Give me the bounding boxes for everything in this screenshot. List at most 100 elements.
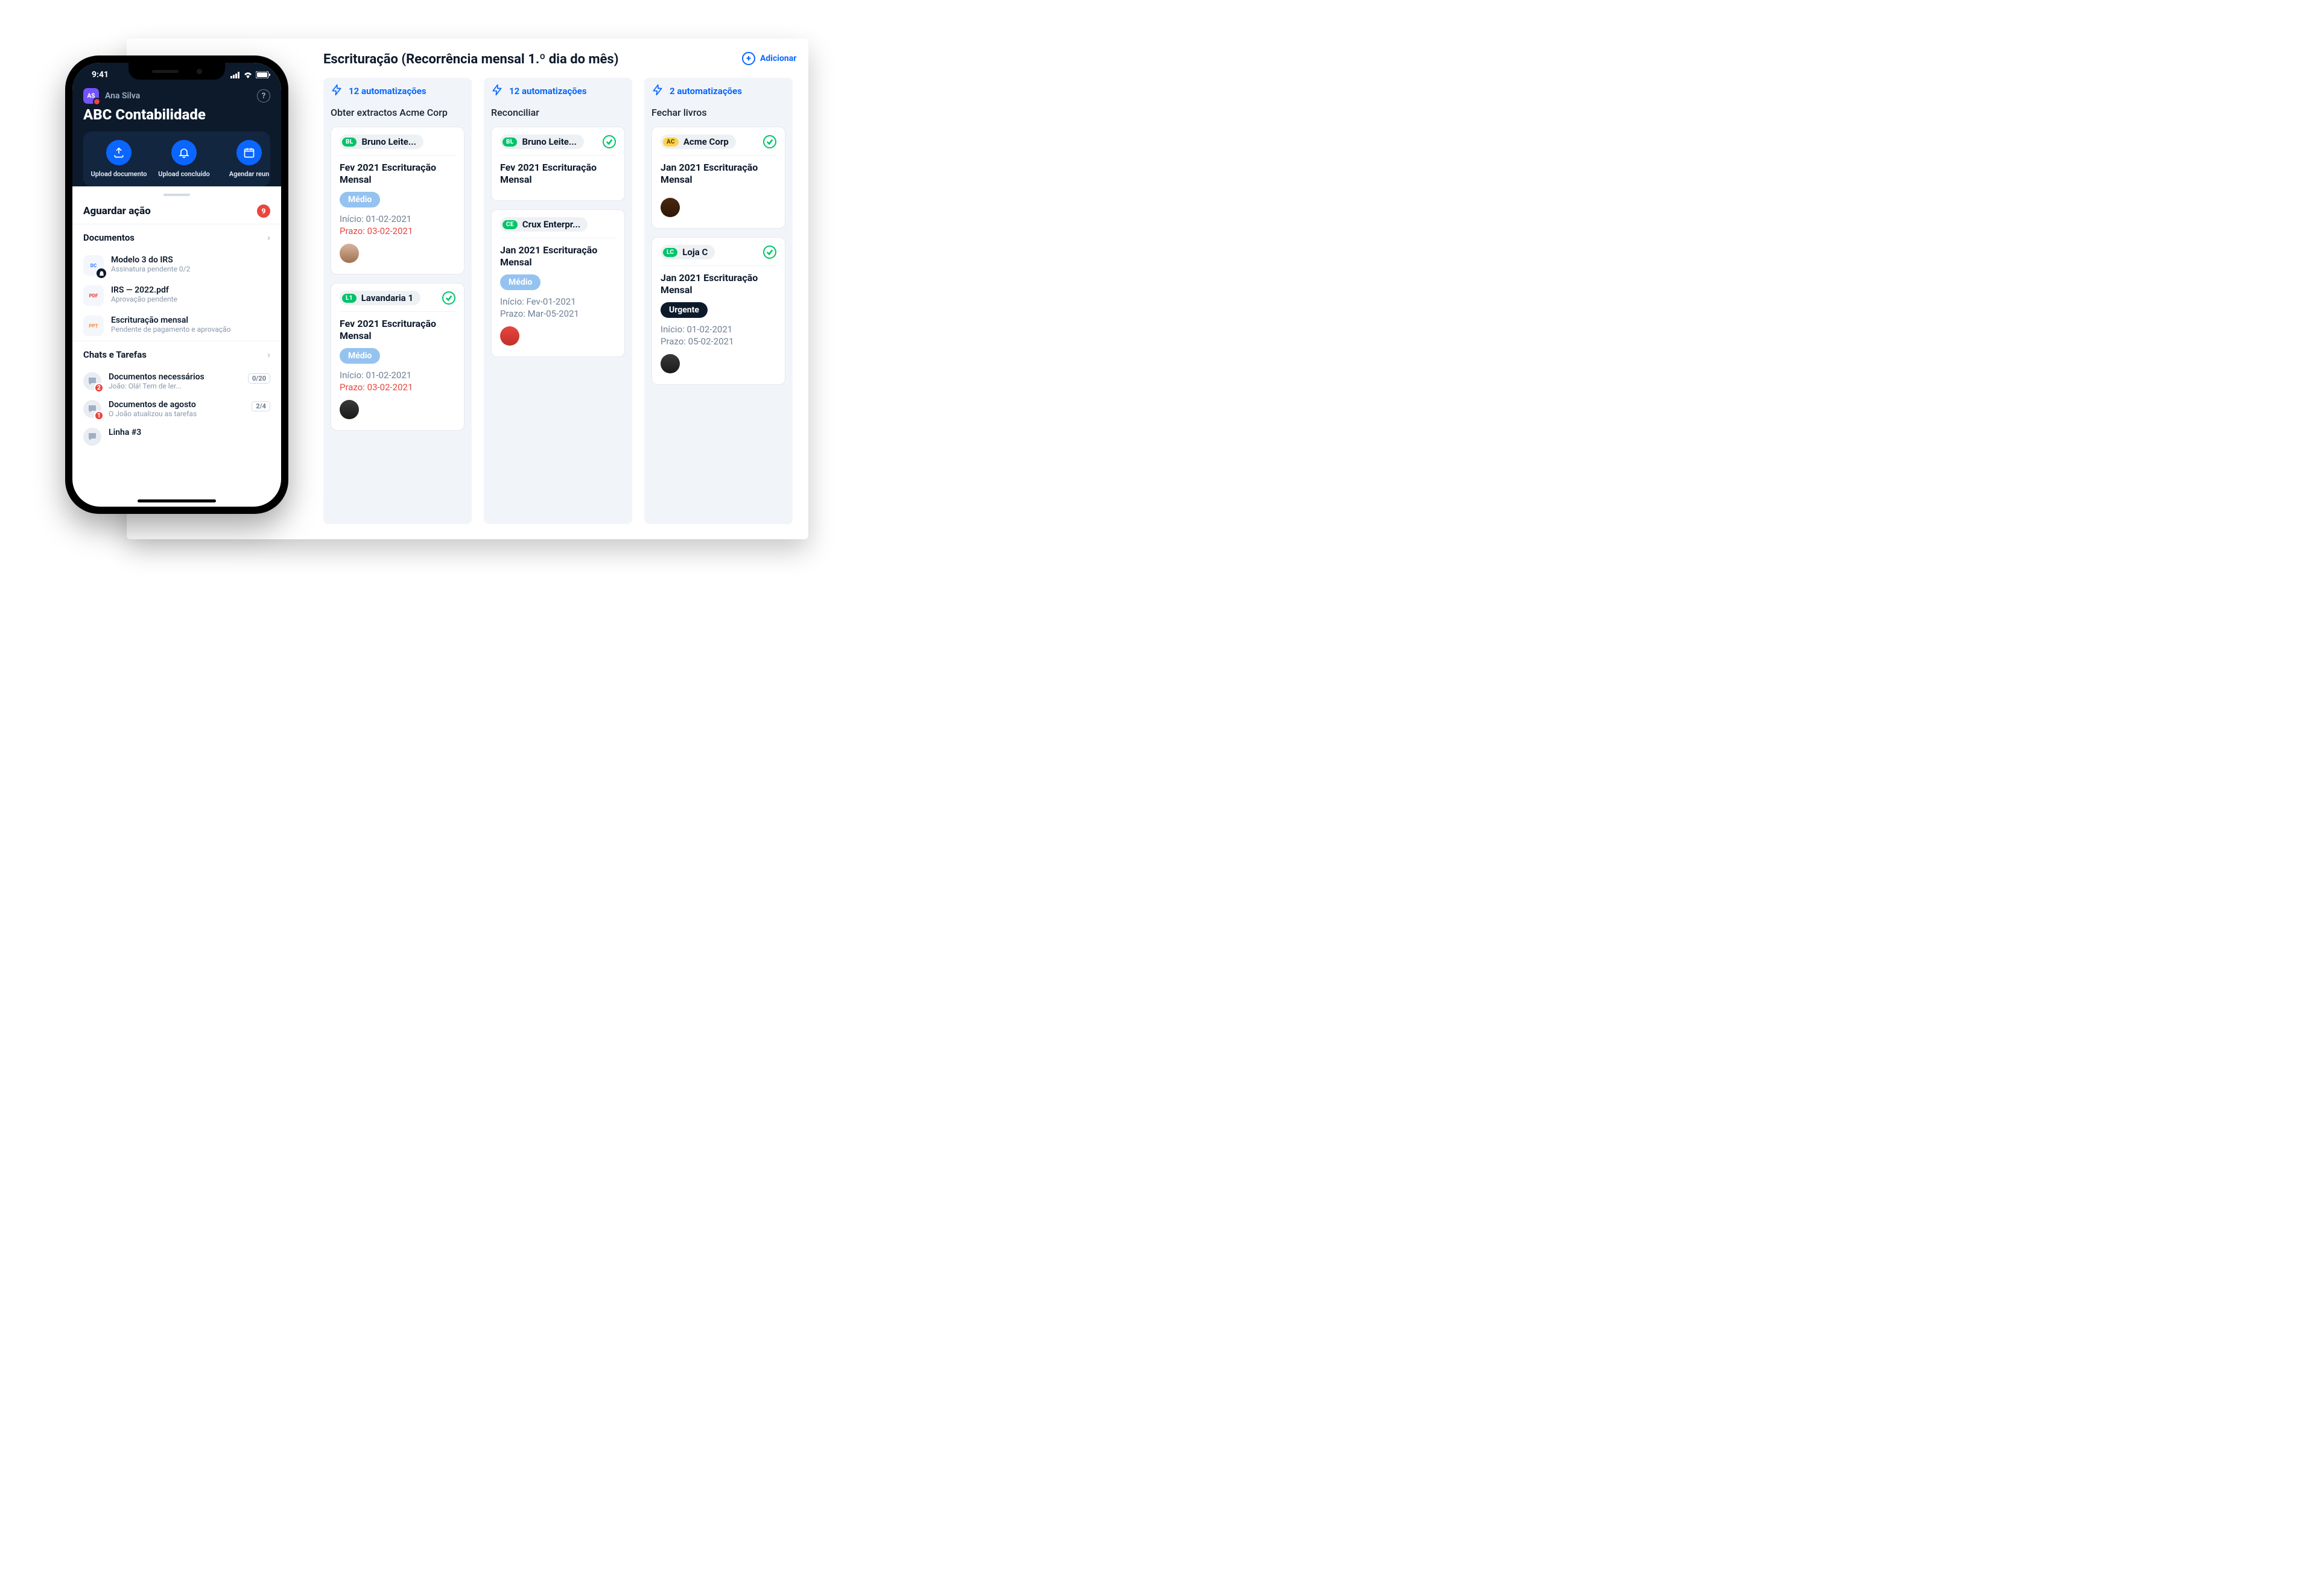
calendar-icon bbox=[236, 140, 262, 165]
kanban-card[interactable]: BL Bruno Leite... Fev 2021 Escrituração … bbox=[491, 127, 625, 201]
kanban-card[interactable]: CE Crux Enterpr... Jan 2021 Escrituração… bbox=[491, 209, 625, 357]
chats-header[interactable]: Chats e Tarefas › bbox=[72, 341, 281, 367]
user-name: Ana Silva bbox=[105, 91, 140, 101]
assignee-avatar[interactable] bbox=[340, 244, 359, 263]
document-row[interactable]: PDF IRS — 2022.pdfAprovação pendente bbox=[72, 280, 281, 311]
column-title: Obter extractos Acme Corp bbox=[331, 107, 464, 118]
chat-icon bbox=[83, 428, 101, 446]
status-time: 9:41 bbox=[83, 70, 109, 80]
chat-icon: 1 bbox=[83, 400, 101, 418]
task-progress-badge: 0/20 bbox=[248, 373, 270, 384]
quick-action-label: Upload documento bbox=[90, 170, 147, 178]
help-icon[interactable]: ? bbox=[257, 89, 270, 103]
card-title: Fev 2021 Escrituração Mensal bbox=[500, 162, 616, 186]
card-entity-chip[interactable]: LC Loja C bbox=[661, 245, 715, 259]
card-entity-name: Bruno Leite... bbox=[361, 136, 416, 147]
initials-badge: AC bbox=[663, 138, 679, 147]
priority-badge: Médio bbox=[500, 274, 541, 290]
battery-icon bbox=[256, 71, 270, 78]
divider bbox=[661, 265, 776, 266]
file-ppt-icon: PPT bbox=[83, 315, 104, 336]
lock-icon bbox=[97, 268, 106, 278]
chat-title: Documentos de agosto bbox=[109, 400, 244, 410]
chat-preview: O João atualizou as tarefas bbox=[109, 410, 244, 418]
automations-count: 12 automatizações bbox=[509, 86, 587, 97]
quick-action-label: Upload concluído bbox=[158, 170, 210, 178]
kanban-card[interactable]: L1 Lavandaria 1 Fev 2021 Escrituração Me… bbox=[331, 283, 464, 431]
user-avatar[interactable]: AS bbox=[83, 88, 99, 104]
upload-icon bbox=[106, 140, 132, 165]
kanban-column: 2 automatizações Fechar livros AC Acme C… bbox=[644, 78, 793, 524]
automations-count: 12 automatizações bbox=[349, 86, 426, 97]
assignee-avatar[interactable] bbox=[500, 326, 519, 346]
kanban-card[interactable]: AC Acme Corp Jan 2021 Escrituração Mensa… bbox=[652, 127, 785, 229]
awaiting-badge: 9 bbox=[257, 204, 270, 218]
chat-row[interactable]: Linha #3 bbox=[72, 423, 281, 451]
card-title: Jan 2021 Escrituração Mensal bbox=[661, 162, 776, 186]
card-entity-name: Lavandaria 1 bbox=[361, 293, 413, 303]
kanban-card[interactable]: BL Bruno Leite... Fev 2021 Escrituração … bbox=[331, 127, 464, 274]
document-row[interactable]: PPT Escrituração mensalPendente de pagam… bbox=[72, 311, 281, 341]
card-entity-chip[interactable]: BL Bruno Leite... bbox=[340, 135, 423, 149]
automations-link[interactable]: 2 automatizações bbox=[652, 84, 785, 98]
check-circle-icon bbox=[603, 135, 616, 148]
card-start-date: Início: 01-02-2021 bbox=[340, 214, 455, 224]
company-title: ABC Contabilidade bbox=[83, 106, 270, 123]
bolt-icon bbox=[491, 84, 503, 98]
unread-badge: 1 bbox=[94, 411, 104, 420]
automations-link[interactable]: 12 automatizações bbox=[491, 84, 625, 98]
chevron-right-icon: › bbox=[267, 349, 270, 360]
automations-link[interactable]: 12 automatizações bbox=[331, 84, 464, 98]
phone-device: 9:41 AS Ana Silva ? ABC Contabilidade Up… bbox=[65, 55, 288, 514]
initials-badge: BL bbox=[342, 138, 357, 147]
assignee-avatar[interactable] bbox=[661, 354, 680, 373]
priority-badge: Médio bbox=[340, 348, 380, 364]
file-pdf-icon: PDF bbox=[83, 285, 104, 306]
priority-badge: Urgente bbox=[661, 302, 708, 318]
card-entity-chip[interactable]: BL Bruno Leite... bbox=[500, 135, 584, 149]
check-circle-icon bbox=[442, 291, 455, 305]
check-circle-icon bbox=[763, 135, 776, 148]
wifi-icon bbox=[243, 71, 253, 78]
documents-header[interactable]: Documentos › bbox=[72, 224, 281, 250]
chat-preview: João: Olá! Tem de ler... bbox=[109, 382, 241, 390]
quick-action-button[interactable]: Agendar reun bbox=[220, 140, 270, 178]
bolt-icon bbox=[331, 84, 343, 98]
add-button[interactable]: + Adicionar bbox=[742, 52, 793, 65]
automations-count: 2 automatizações bbox=[670, 86, 742, 97]
plus-icon: + bbox=[742, 52, 755, 65]
kanban-column: 12 automatizações Reconciliar BL Bruno L… bbox=[484, 78, 632, 524]
drag-handle[interactable] bbox=[163, 194, 190, 196]
file-dc-icon: DC bbox=[83, 255, 104, 276]
quick-action-label: Agendar reun bbox=[229, 170, 270, 178]
document-title: IRS — 2022.pdf bbox=[111, 285, 177, 295]
card-entity-name: Acme Corp bbox=[683, 136, 729, 147]
card-entity-chip[interactable]: L1 Lavandaria 1 bbox=[340, 291, 420, 305]
home-indicator[interactable] bbox=[138, 499, 216, 502]
assignee-avatar[interactable] bbox=[340, 400, 359, 419]
chat-row[interactable]: 2 Documentos necessáriosJoão: Olá! Tem d… bbox=[72, 367, 281, 395]
kanban-card[interactable]: LC Loja C Jan 2021 Escrituração Mensal Ur… bbox=[652, 237, 785, 385]
quick-action-button[interactable]: Upload concluído bbox=[154, 140, 214, 178]
unread-badge: 2 bbox=[94, 383, 104, 393]
document-status: Aprovação pendente bbox=[111, 295, 177, 303]
quick-action-button[interactable]: Upload documento bbox=[89, 140, 148, 178]
chevron-right-icon: › bbox=[267, 232, 270, 243]
card-title: Jan 2021 Escrituração Mensal bbox=[661, 272, 776, 296]
chat-row[interactable]: 1 Documentos de agostoO João atualizou a… bbox=[72, 395, 281, 423]
column-title: Reconciliar bbox=[491, 107, 625, 118]
card-entity-chip[interactable]: AC Acme Corp bbox=[661, 135, 736, 149]
divider bbox=[340, 155, 455, 156]
board-title: Escrituração (Recorrência mensal 1.º dia… bbox=[323, 52, 618, 67]
card-title: Fev 2021 Escrituração Mensal bbox=[340, 318, 455, 342]
chat-icon: 2 bbox=[83, 372, 101, 390]
awaiting-title: Aguardar ação bbox=[83, 205, 151, 217]
card-due-date: Prazo: 03-02-2021 bbox=[340, 226, 455, 236]
card-entity-name: Bruno Leite... bbox=[522, 136, 576, 147]
card-entity-chip[interactable]: CE Crux Enterpr... bbox=[500, 217, 588, 232]
document-row[interactable]: DC Modelo 3 do IRSAssinatura pendente 0/… bbox=[72, 250, 281, 280]
initials-badge: CE bbox=[502, 220, 518, 229]
document-status: Pendente de pagamento e aprovação bbox=[111, 325, 231, 334]
assignee-avatar[interactable] bbox=[661, 198, 680, 217]
initials-badge: LC bbox=[663, 248, 677, 257]
